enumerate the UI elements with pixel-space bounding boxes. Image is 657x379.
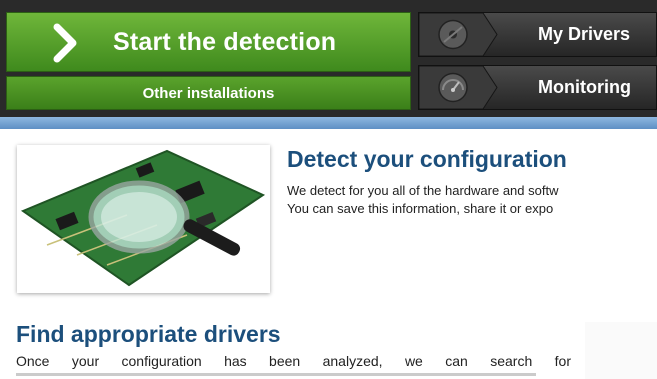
start-detection-label: Start the detection	[113, 28, 337, 56]
monitoring-tab[interactable]: Monitoring	[418, 65, 657, 110]
chevron-right-icon	[53, 23, 77, 63]
top-navigation-bar: Start the detection Other installations …	[0, 0, 657, 119]
my-drivers-label: My Drivers	[538, 24, 631, 44]
detect-configuration-heading: Detect your configuration	[287, 146, 567, 172]
other-installations-button[interactable]: Other installations	[6, 76, 411, 110]
other-installations-label: Other installations	[142, 85, 275, 102]
my-drivers-tab[interactable]: My Drivers	[418, 12, 657, 57]
gauge-icon	[419, 66, 498, 109]
disc-icon	[419, 13, 498, 56]
detect-description-line-2: You can save this information, share it …	[287, 201, 554, 216]
start-detection-button[interactable]: Start the detection	[6, 12, 411, 72]
detect-description-line-1: We detect for you all of the hardware an…	[287, 183, 559, 198]
find-drivers-heading: Find appropriate drivers	[16, 321, 281, 347]
find-drivers-description: Once your configuration has been analyze…	[16, 353, 571, 369]
clipped-text-line	[16, 371, 571, 379]
side-panel-edge	[585, 322, 657, 379]
monitoring-label: Monitoring	[538, 77, 631, 97]
circuit-board-magnifier-image	[17, 145, 270, 293]
accent-strip	[0, 117, 657, 129]
